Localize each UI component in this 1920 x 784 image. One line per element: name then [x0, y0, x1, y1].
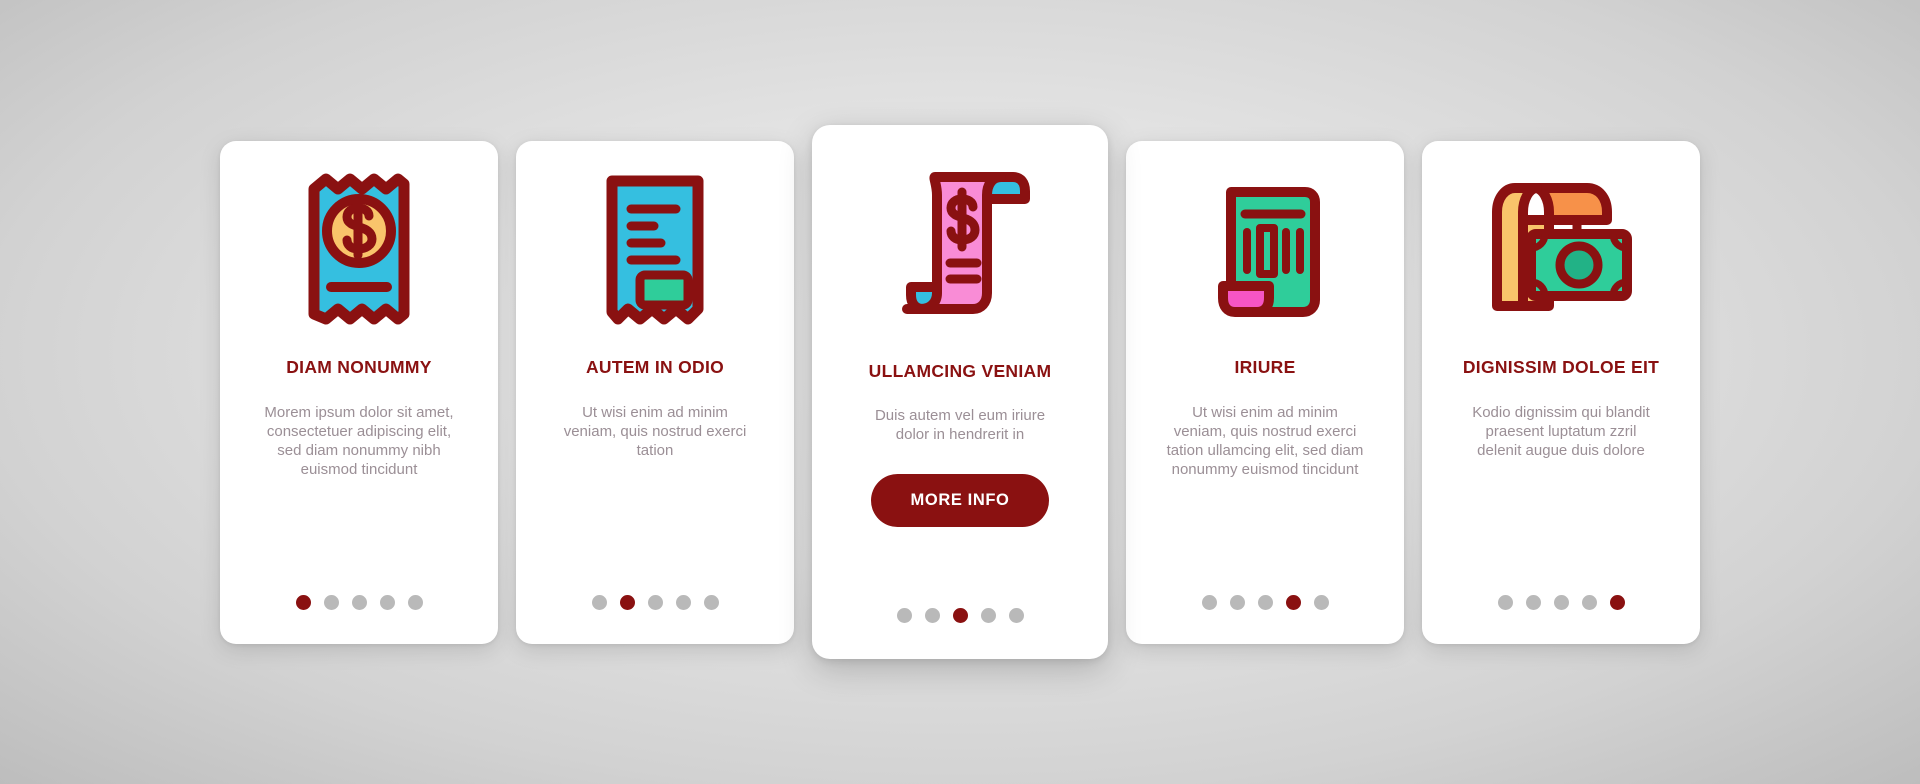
pagination-dot-4[interactable]: [379, 594, 395, 610]
card-title: DIAM NONUMMY: [286, 356, 432, 377]
pagination-dots: [1126, 594, 1404, 610]
pagination-dot-2[interactable]: [1525, 594, 1541, 610]
onboarding-card-5[interactable]: DIGNISSIM DOLOE EIT Kodio dignissim qui …: [1422, 140, 1700, 644]
card-body-text: Ut wisi enim ad minim veniam, quis nostr…: [563, 403, 747, 459]
pagination-dot-5[interactable]: [407, 594, 423, 610]
pagination-dot-1-active[interactable]: [295, 594, 311, 610]
more-info-button[interactable]: MORE INFO: [870, 474, 1050, 528]
pagination-dot-1[interactable]: [1497, 594, 1513, 610]
pagination-dot-4[interactable]: [1581, 594, 1597, 610]
card-body-text: Kodio dignissim qui blandit praesent lup…: [1472, 403, 1650, 459]
card-title: IRIURE: [1234, 356, 1296, 377]
onboarding-card-3-featured[interactable]: ULLAMCING VENIAM Duis autem vel eum iriu…: [812, 125, 1108, 659]
receipt-lines-icon: [516, 141, 794, 357]
card-title: ULLAMCING VENIAM: [868, 361, 1052, 381]
receipt-banknote-icon: [1422, 141, 1700, 357]
card-title: AUTEM IN ODIO: [585, 356, 725, 377]
pagination-dots: [1422, 594, 1700, 610]
pagination-dot-2[interactable]: [924, 608, 940, 623]
pagination-dot-3[interactable]: [351, 594, 367, 610]
scroll-dollar-icon: [812, 125, 1108, 361]
card-title: DIGNISSIM DOLOE EIT: [1462, 356, 1660, 377]
onboarding-card-2[interactable]: AUTEM IN ODIO Ut wisi enim ad minim veni…: [516, 140, 794, 644]
pagination-dot-3[interactable]: [647, 594, 663, 610]
pagination-dot-5-active[interactable]: [1609, 594, 1625, 610]
pagination-dot-5[interactable]: [703, 594, 719, 610]
onboarding-card-1[interactable]: DIAM NONUMMY Morem ipsum dolor sit amet,…: [220, 140, 498, 644]
pagination-dot-4[interactable]: [675, 594, 691, 610]
pagination-dot-5[interactable]: [1313, 594, 1329, 610]
receipt-barcode-icon: [1126, 141, 1404, 357]
pagination-dot-5[interactable]: [1008, 608, 1024, 623]
pagination-dots: [812, 608, 1108, 623]
card-body-text: Ut wisi enim ad minim veniam, quis nostr…: [1166, 403, 1364, 479]
pagination-dot-4[interactable]: [980, 608, 996, 623]
pagination-dots: [220, 594, 498, 610]
onboarding-screens-container: DIAM NONUMMY Morem ipsum dolor sit amet,…: [0, 0, 1920, 784]
onboarding-card-4[interactable]: IRIURE Ut wisi enim ad minim veniam, qui…: [1126, 140, 1404, 644]
pagination-dot-1[interactable]: [1201, 594, 1217, 610]
receipt-dollar-icon: [220, 141, 498, 357]
card-body-text: Duis autem vel eum iriure dolor in hendr…: [874, 407, 1046, 444]
pagination-dot-4-active[interactable]: [1285, 594, 1301, 610]
pagination-dot-3[interactable]: [1553, 594, 1569, 610]
pagination-dot-1[interactable]: [591, 594, 607, 610]
pagination-dot-1[interactable]: [896, 608, 912, 623]
pagination-dot-2[interactable]: [1229, 594, 1245, 610]
pagination-dots: [516, 594, 794, 610]
card-body-text: Morem ipsum dolor sit amet, consectetuer…: [264, 403, 454, 479]
pagination-dot-2[interactable]: [323, 594, 339, 610]
pagination-dot-2-active[interactable]: [619, 594, 635, 610]
pagination-dot-3[interactable]: [1257, 594, 1273, 610]
pagination-dot-3-active[interactable]: [952, 608, 968, 623]
